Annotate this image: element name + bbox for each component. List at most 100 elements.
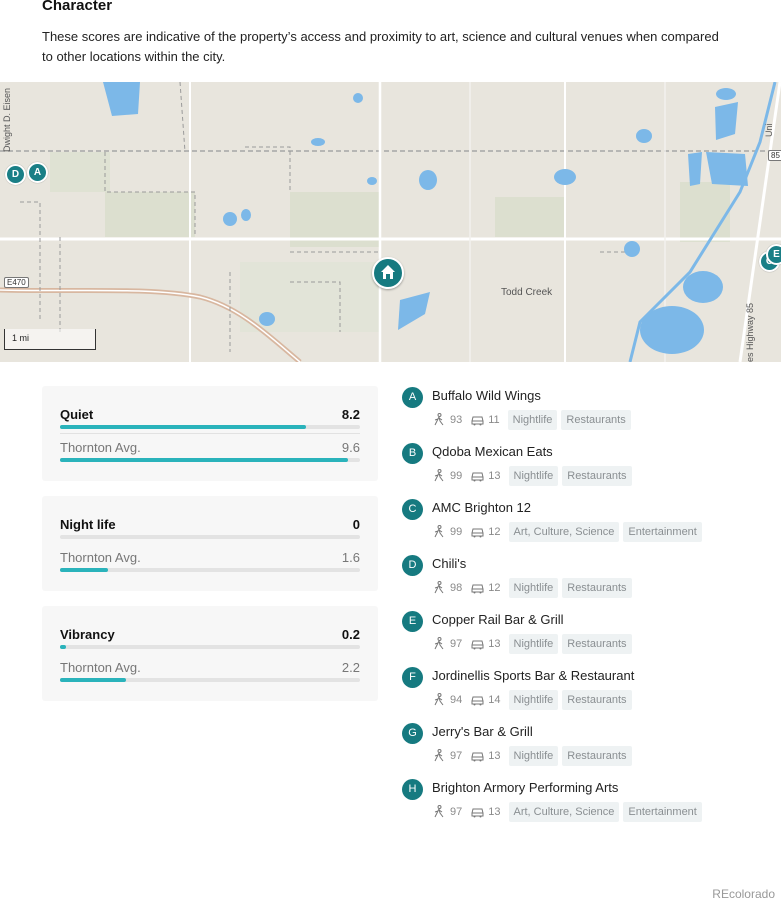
venue-tag: Entertainment bbox=[623, 802, 702, 822]
venue-tag: Art, Culture, Science bbox=[508, 802, 620, 822]
walk-icon bbox=[432, 581, 446, 595]
walk-icon bbox=[432, 805, 446, 819]
drive-score: 12 bbox=[488, 582, 501, 594]
avg-value: 2.2 bbox=[341, 660, 360, 675]
venue-marker: F bbox=[402, 667, 423, 688]
venue-marker: D bbox=[402, 555, 423, 576]
score-bar bbox=[60, 535, 360, 539]
venue-tag: Restaurants bbox=[562, 690, 632, 710]
venue-tag: Restaurants bbox=[562, 466, 632, 486]
score-card-night-life: Night life 0 Thornton Avg. 1.6 bbox=[42, 496, 378, 591]
avg-bar bbox=[60, 458, 360, 462]
avg-bar bbox=[60, 568, 360, 572]
map-canvas bbox=[0, 82, 781, 362]
car-icon bbox=[470, 581, 484, 595]
avg-bar bbox=[60, 678, 360, 682]
walk-icon bbox=[432, 469, 446, 483]
score-bar bbox=[60, 425, 360, 429]
venue-tag: Nightlife bbox=[508, 466, 559, 486]
venue-tag: Restaurants bbox=[562, 746, 632, 766]
map-scale-label: 1 mi bbox=[12, 333, 30, 343]
walk-score: 99 bbox=[450, 470, 463, 482]
drive-score: 14 bbox=[488, 694, 501, 706]
venue-name[interactable]: Qdoba Mexican Eats bbox=[432, 444, 553, 459]
score-value: 0 bbox=[352, 517, 360, 532]
town-label: Todd Creek bbox=[501, 287, 553, 298]
road-label-right: es Highway 85 bbox=[745, 302, 755, 362]
walk-icon bbox=[432, 637, 446, 651]
score-label: Night life bbox=[60, 517, 116, 532]
walk-score: 94 bbox=[450, 694, 463, 706]
map-pin-d[interactable]: D bbox=[5, 164, 26, 185]
avg-label: Thornton Avg. bbox=[60, 440, 141, 455]
walk-score: 93 bbox=[450, 414, 463, 426]
map-pin-a[interactable]: A bbox=[27, 162, 48, 183]
walk-icon bbox=[432, 413, 446, 427]
walk-score: 99 bbox=[450, 526, 463, 538]
venue-tag: Restaurants bbox=[562, 634, 632, 654]
map-scale: 1 mi bbox=[4, 329, 96, 350]
venue-name[interactable]: Copper Rail Bar & Grill bbox=[432, 612, 564, 627]
venue-tag: Restaurants bbox=[561, 410, 631, 430]
venue-name[interactable]: Buffalo Wild Wings bbox=[432, 388, 541, 403]
venue-name[interactable]: Jordinellis Sports Bar & Restaurant bbox=[432, 668, 634, 683]
car-icon bbox=[470, 413, 484, 427]
home-icon bbox=[381, 265, 395, 279]
venue-tag: Restaurants bbox=[562, 578, 632, 598]
road-label-left: Dwight D. Eisen bbox=[2, 87, 12, 152]
score-card-quiet: Quiet 8.2 Thornton Avg. 9.6 bbox=[42, 386, 378, 481]
score-bar bbox=[60, 645, 360, 649]
car-icon bbox=[470, 525, 484, 539]
footer-brand: REcolorado bbox=[712, 887, 775, 901]
venue-marker: B bbox=[402, 443, 423, 464]
highway-shield-e470: E470 bbox=[4, 277, 29, 288]
venue-name[interactable]: Chili's bbox=[432, 556, 466, 571]
score-label: Quiet bbox=[60, 407, 94, 422]
venue-tag: Nightlife bbox=[508, 746, 559, 766]
venue-name[interactable]: AMC Brighton 12 bbox=[432, 500, 531, 515]
car-icon bbox=[470, 469, 484, 483]
avg-label: Thornton Avg. bbox=[60, 660, 141, 675]
venue-tag: Nightlife bbox=[508, 634, 559, 654]
highway-shield-85: 85 bbox=[768, 150, 781, 161]
avg-value: 1.6 bbox=[341, 550, 360, 565]
walk-icon bbox=[432, 525, 446, 539]
drive-score: 11 bbox=[488, 414, 500, 426]
venue-marker: E bbox=[402, 611, 423, 632]
avg-value: 9.6 bbox=[341, 440, 360, 455]
drive-score: 13 bbox=[488, 638, 501, 650]
walk-score: 97 bbox=[450, 806, 463, 818]
drive-score: 12 bbox=[488, 526, 501, 538]
venue-tag: Nightlife bbox=[508, 578, 559, 598]
car-icon bbox=[470, 749, 484, 763]
score-value: 8.2 bbox=[341, 407, 360, 422]
walk-icon bbox=[432, 749, 446, 763]
car-icon bbox=[470, 637, 484, 651]
map-pin-e[interactable]: E bbox=[766, 244, 781, 265]
venue-tag: Entertainment bbox=[623, 522, 702, 542]
venue-marker: G bbox=[402, 723, 423, 744]
venue-name[interactable]: Brighton Armory Performing Arts bbox=[432, 780, 618, 795]
avg-label: Thornton Avg. bbox=[60, 550, 141, 565]
score-label: Vibrancy bbox=[60, 627, 115, 642]
car-icon bbox=[470, 693, 484, 707]
venue-name[interactable]: Jerry's Bar & Grill bbox=[432, 724, 533, 739]
venue-tag: Nightlife bbox=[508, 690, 559, 710]
home-pin[interactable] bbox=[372, 257, 404, 289]
map-view[interactable]: Dwight D. Eisen es Highway 85 Uni E470 8… bbox=[0, 82, 781, 362]
score-card-vibrancy: Vibrancy 0.2 Thornton Avg. 2.2 bbox=[42, 606, 378, 701]
walk-score: 98 bbox=[450, 582, 463, 594]
walk-score: 97 bbox=[450, 638, 463, 650]
drive-score: 13 bbox=[488, 470, 501, 482]
venue-tag: Art, Culture, Science bbox=[508, 522, 620, 542]
walk-icon bbox=[432, 693, 446, 707]
venue-marker: A bbox=[402, 387, 423, 408]
venue-marker: H bbox=[402, 779, 423, 800]
drive-score: 13 bbox=[488, 806, 501, 818]
drive-score: 13 bbox=[488, 750, 501, 762]
car-icon bbox=[470, 805, 484, 819]
section-title: Character bbox=[42, 0, 113, 14]
venue-tag: Nightlife bbox=[507, 410, 558, 430]
venue-marker: C bbox=[402, 499, 423, 520]
section-description: These scores are indicative of the prope… bbox=[42, 29, 719, 64]
